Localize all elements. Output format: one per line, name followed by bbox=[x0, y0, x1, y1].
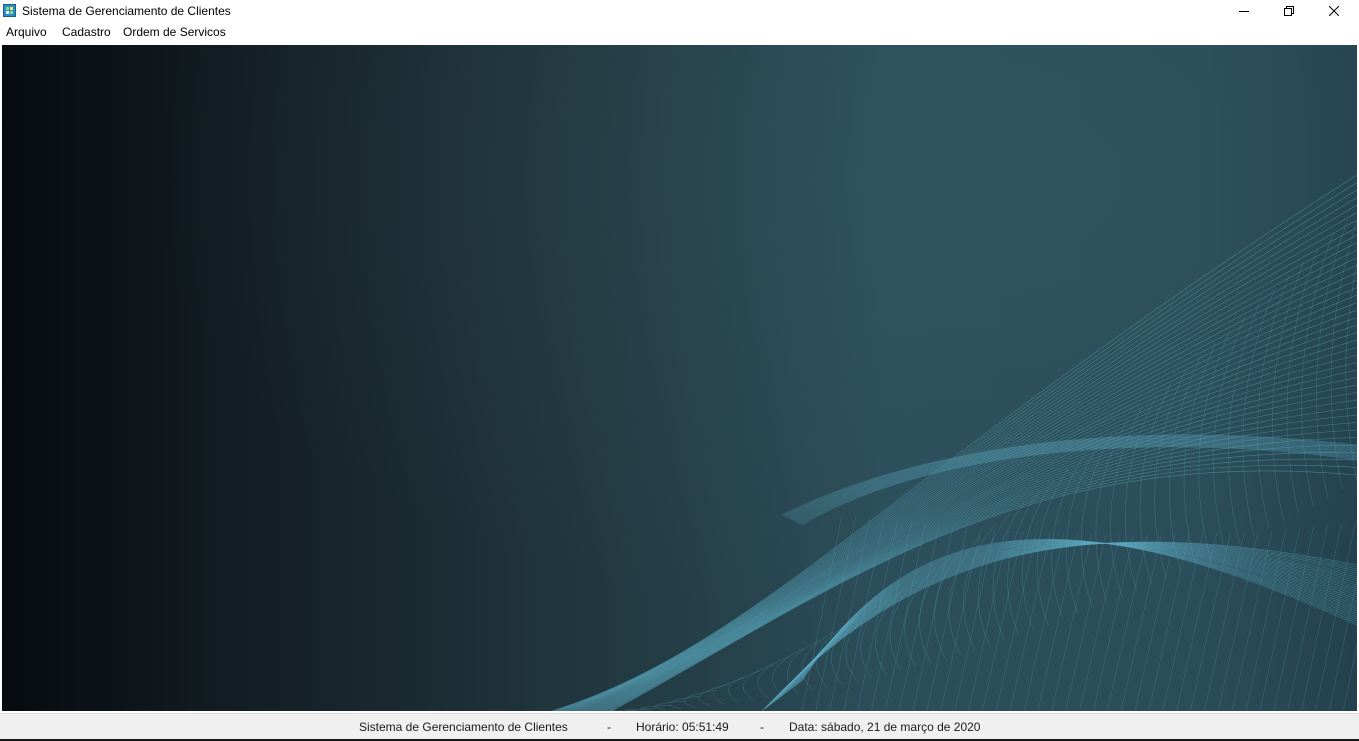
menu-bar: Arquivo Cadastro Ordem de Servicos bbox=[0, 22, 1359, 42]
status-time: Horário: 05:51:49 bbox=[636, 720, 729, 734]
restore-icon bbox=[1283, 6, 1294, 16]
minimize-icon bbox=[1238, 11, 1249, 12]
status-app-name: Sistema de Gerenciamento de Clientes bbox=[359, 720, 568, 734]
status-separator: - bbox=[760, 720, 764, 734]
main-background-image bbox=[2, 45, 1357, 711]
menu-item-cadastro[interactable]: Cadastro bbox=[62, 25, 111, 39]
app-grid-icon bbox=[3, 4, 16, 17]
close-button[interactable] bbox=[1311, 0, 1356, 22]
status-bar: Sistema de Gerenciamento de Clientes - H… bbox=[0, 713, 1359, 739]
status-date: Data: sábado, 21 de março de 2020 bbox=[789, 720, 981, 734]
title-bar: Sistema de Gerenciamento de Clientes bbox=[0, 0, 1359, 22]
menu-item-ordem-de-servicos[interactable]: Ordem de Servicos bbox=[123, 25, 226, 39]
status-separator: - bbox=[607, 720, 611, 734]
window-title: Sistema de Gerenciamento de Clientes bbox=[22, 4, 231, 18]
close-icon bbox=[1328, 6, 1339, 16]
wireframe-wave-graphic bbox=[551, 174, 1357, 711]
minimize-button[interactable] bbox=[1221, 0, 1266, 22]
menu-item-arquivo[interactable]: Arquivo bbox=[6, 25, 47, 39]
restore-button[interactable] bbox=[1266, 0, 1311, 22]
